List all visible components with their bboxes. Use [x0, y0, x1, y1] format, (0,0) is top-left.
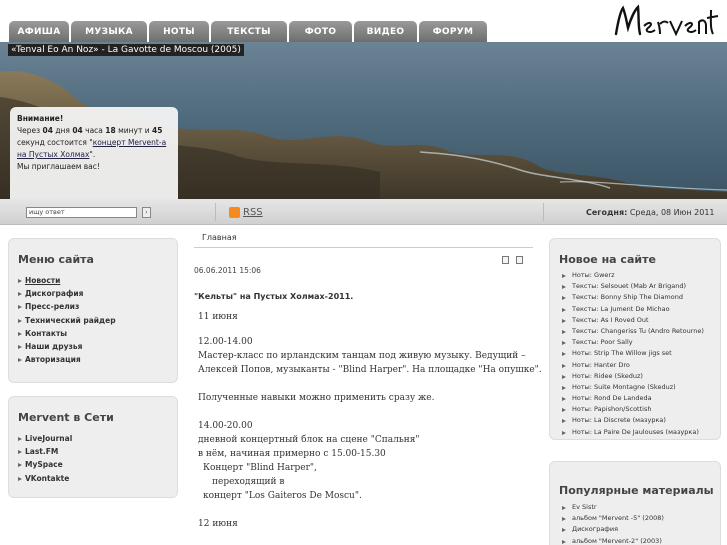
popular-item[interactable]: Дискография: [559, 524, 720, 535]
new-item[interactable]: Ноты: La Discrete (мазурка): [559, 415, 720, 426]
menu-item-rider[interactable]: Технический райдер: [18, 314, 177, 327]
search-button[interactable]: ›: [142, 207, 151, 218]
page: АФИША МУЗЫКА НОТЫ ТЕКСТЫ ФОТО ВИДЕО ФОРУ…: [0, 0, 727, 545]
today-date: Сегодня: Среда, 08 Июн 2011: [586, 208, 715, 217]
notice-box: Внимание! Через 04 дня 04 часа 18 минут …: [10, 107, 178, 199]
popular-item[interactable]: Ev Sistr: [559, 502, 720, 513]
new-on-site-list: Ноты: Gwerz Тексты: Selsouet (Mab Ar Bri…: [559, 270, 720, 438]
notice-text: Через 04 дня 04 часа 18 минут и 45 секун…: [17, 126, 167, 159]
site-logo[interactable]: [610, 2, 720, 40]
article-line: 14.00-20.00: [198, 421, 253, 431]
rss-label: RSS: [243, 207, 263, 218]
new-item[interactable]: Ноты: Gwerz: [559, 270, 720, 281]
nav-notes[interactable]: НОТЫ: [149, 21, 209, 42]
article-line: 12.00-14.00: [198, 337, 253, 347]
network-box: Mervent в Сети LiveJournal Last.FM MySpa…: [8, 396, 178, 498]
popular-title: Популярные материалы: [559, 484, 714, 497]
menu-item-discography[interactable]: Дискография: [18, 287, 177, 300]
new-on-site-box: Новое на сайте Ноты: Gwerz Тексты: Selso…: [549, 238, 721, 440]
nav-forum[interactable]: ФОРУМ: [419, 21, 487, 42]
nav-video[interactable]: ВИДЕО: [354, 21, 417, 42]
new-item[interactable]: Ноты: Ridee (Skeduz): [559, 371, 720, 382]
article-title[interactable]: "Кельты" на Пустых Холмах-2011.: [194, 292, 353, 301]
article-line: Алексей Попов, музыканты - "Blind Harper…: [198, 365, 542, 375]
article-tools: [502, 256, 523, 264]
popular-item[interactable]: альбом "Mervent-2" (2003): [559, 536, 720, 545]
site-menu-box: Меню сайта Новости Дискография Пресс-рел…: [8, 238, 178, 383]
search-input[interactable]: ищу ответ: [26, 207, 137, 218]
breadcrumb-divider: [194, 247, 533, 248]
new-on-site-title: Новое на сайте: [559, 253, 656, 266]
article-line: Полученные навыки можно применить сразу …: [198, 393, 435, 403]
new-item[interactable]: Тексты: As I Roved Out: [559, 315, 720, 326]
article-line: в нём, начиная примерно с 15.00-15.30: [198, 449, 386, 459]
popular-item[interactable]: альбом "Mervent -5" (2008): [559, 513, 720, 524]
new-item[interactable]: Тексты: Selsouet (Mab Ar Brigand): [559, 281, 720, 292]
menu-item-news[interactable]: Новости: [18, 274, 177, 287]
article-line: концерт "Los Gaiteros De Moscu".: [203, 491, 362, 501]
net-item-myspace[interactable]: MySpace: [18, 458, 177, 471]
new-item[interactable]: Тексты: Bonny Ship The Diamond: [559, 292, 720, 303]
nav-afisha[interactable]: АФИША: [9, 21, 69, 42]
subbar-divider: [543, 203, 544, 221]
article-line: дневной концертный блок на сцене "Спальн…: [198, 435, 420, 445]
new-item[interactable]: Тексты: La Jument De Michao: [559, 304, 720, 315]
popular-list: Ev Sistr альбом "Mervent -5" (2008) Диск…: [559, 502, 720, 545]
new-item[interactable]: Ноты: Rond De Landeda: [559, 393, 720, 404]
menu-item-friends[interactable]: Наши друзья: [18, 340, 177, 353]
network-title: Mervent в Сети: [18, 411, 114, 424]
menu-item-press-release[interactable]: Пресс-релиз: [18, 300, 177, 313]
nav-texts[interactable]: ТЕКСТЫ: [211, 21, 287, 42]
print-icon[interactable]: [502, 256, 509, 264]
site-menu-title: Меню сайта: [18, 253, 94, 266]
nav-photo[interactable]: ФОТО: [289, 21, 352, 42]
new-item[interactable]: Ноты: La Paire De Jaulouses (мазурка): [559, 427, 720, 438]
new-item[interactable]: Тексты: Poor Sally: [559, 337, 720, 348]
new-item[interactable]: Ноты: Strip The Willow jigs set: [559, 348, 720, 359]
article-line: Мастер-класс по ирландским танцам под жи…: [198, 351, 526, 361]
rss-icon: [229, 207, 240, 218]
network-list: LiveJournal Last.FM MySpace VKontakte: [18, 432, 177, 485]
top-bar: АФИША МУЗЫКА НОТЫ ТЕКСТЫ ФОТО ВИДЕО ФОРУ…: [0, 0, 727, 42]
menu-item-login[interactable]: Авторизация: [18, 353, 177, 366]
article-line: 11 июня: [198, 312, 238, 322]
email-icon[interactable]: [516, 256, 523, 264]
new-item[interactable]: Тексты: Changeriss Tu (Andro Retourne): [559, 326, 720, 337]
rss-link[interactable]: RSS: [229, 207, 263, 218]
notice-footer: Мы приглашаем вас!: [17, 162, 100, 171]
net-item-livejournal[interactable]: LiveJournal: [18, 432, 177, 445]
notice-title: Внимание!: [17, 114, 64, 123]
site-menu-list: Новости Дискография Пресс-релиз Техничес…: [18, 274, 177, 366]
main-nav: АФИША МУЗЫКА НОТЫ ТЕКСТЫ ФОТО ВИДЕО ФОРУ…: [9, 21, 487, 42]
new-item[interactable]: Ноты: Papishon/Scottish: [559, 404, 720, 415]
breadcrumb[interactable]: Главная: [202, 233, 237, 242]
new-item[interactable]: Ноты: Suite Montagne (Skeduz): [559, 382, 720, 393]
article-line: Концерт "Blind Harper",: [203, 463, 317, 473]
article-date: 06.06.2011 15:06: [194, 266, 261, 275]
article-line: 12 июня: [198, 519, 238, 529]
nav-music[interactable]: МУЗЫКА: [71, 21, 147, 42]
new-item[interactable]: Ноты: Hanter Dro: [559, 360, 720, 371]
net-item-lastfm[interactable]: Last.FM: [18, 445, 177, 458]
subbar-divider: [215, 203, 216, 221]
article-line: переходящий в: [212, 477, 285, 487]
net-item-vkontakte[interactable]: VKontakte: [18, 472, 177, 485]
menu-item-contacts[interactable]: Контакты: [18, 327, 177, 340]
popular-box: Популярные материалы Ev Sistr альбом "Me…: [549, 461, 721, 545]
photo-caption: «Tenval Eo An Noz» - La Gavotte de Mosco…: [8, 44, 244, 56]
